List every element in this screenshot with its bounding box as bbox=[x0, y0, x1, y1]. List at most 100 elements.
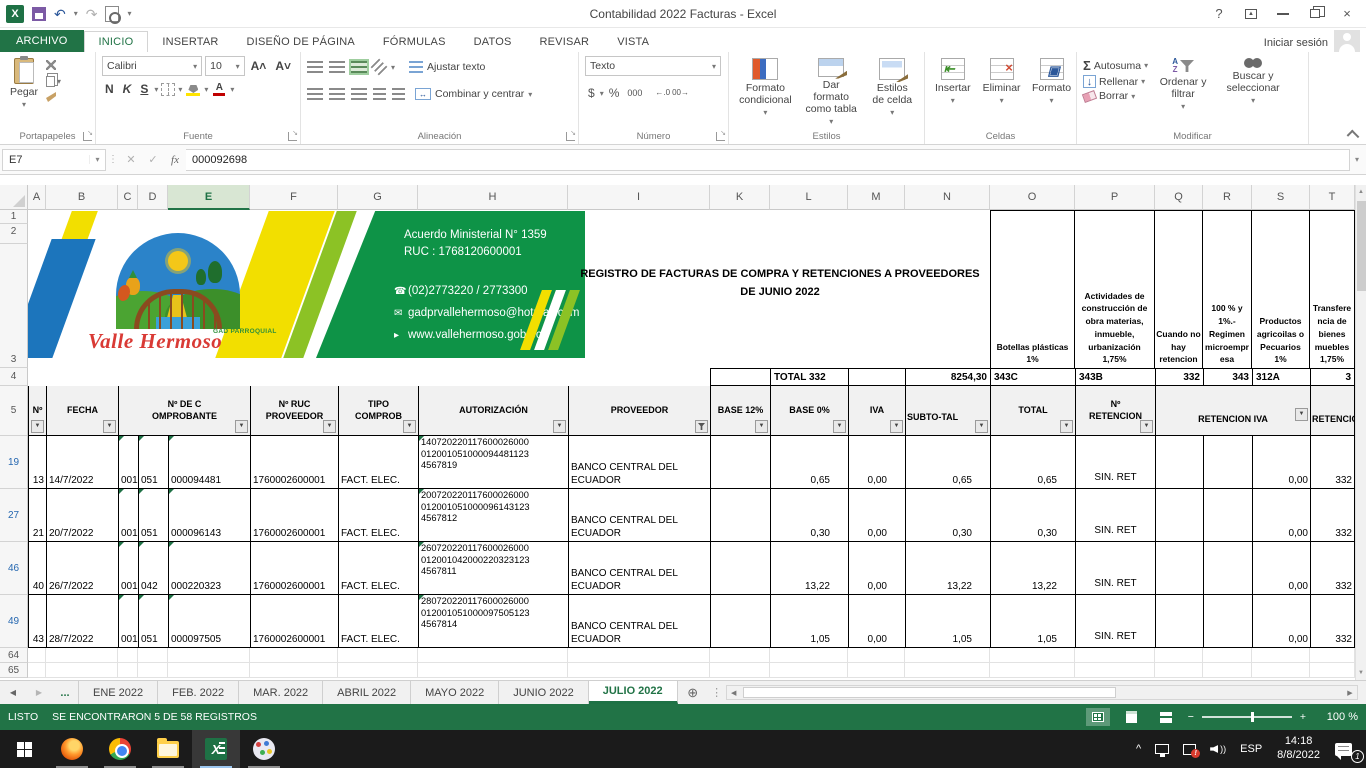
zoom-level[interactable]: 100 % bbox=[1316, 711, 1358, 723]
col-header[interactable]: F bbox=[250, 185, 338, 210]
cell-iva[interactable]: 0,00 bbox=[848, 436, 905, 488]
horizontal-scrollbar[interactable]: ◀ ▶ bbox=[726, 685, 1358, 700]
tab-revisar[interactable]: REVISAR bbox=[526, 32, 604, 52]
cell-serie1[interactable]: 001 bbox=[118, 542, 138, 594]
excel-logo-icon[interactable]: X bbox=[6, 5, 24, 23]
clear-button[interactable]: Borrar▾ bbox=[1083, 90, 1148, 102]
cell-n[interactable]: 13 bbox=[28, 436, 46, 488]
font-size-select[interactable]: 10▾ bbox=[205, 56, 244, 76]
col-header[interactable]: D bbox=[138, 185, 168, 210]
network-icon[interactable] bbox=[1148, 730, 1176, 768]
name-box[interactable]: E7 ▾ bbox=[2, 149, 106, 171]
print-preview-icon[interactable] bbox=[105, 6, 119, 22]
code-t-cell[interactable]: 3 bbox=[1310, 368, 1355, 386]
sheet-tab-mayo[interactable]: MAYO 2022 bbox=[411, 681, 499, 704]
font-color-button[interactable]: A bbox=[211, 82, 227, 96]
scrollbar-thumb[interactable] bbox=[743, 687, 1116, 698]
cell-subtotal[interactable]: 1,05 bbox=[905, 595, 990, 647]
volume-icon[interactable]: )) bbox=[1203, 730, 1233, 768]
redo-icon[interactable]: ↷ bbox=[86, 7, 98, 21]
col-header[interactable]: P bbox=[1075, 185, 1155, 210]
start-button[interactable] bbox=[0, 730, 48, 768]
increase-indent-icon[interactable] bbox=[392, 88, 405, 100]
currency-button[interactable]: $ bbox=[585, 86, 598, 100]
header-autorizacion[interactable]: AUTORIZACIÓN▼ bbox=[418, 386, 568, 435]
align-center-icon[interactable] bbox=[329, 88, 345, 100]
header-tipo[interactable]: TIPOCOMPROB▼ bbox=[338, 386, 418, 435]
cell-n-retencion[interactable]: SIN. RET bbox=[1075, 436, 1155, 488]
cell-autorizacion[interactable]: 1407202201176000260000120010510000944811… bbox=[418, 436, 568, 488]
taskbar-excel-active[interactable]: X bbox=[192, 730, 240, 768]
tab-archivo[interactable]: ARCHIVO bbox=[0, 30, 84, 52]
cell-total[interactable]: 13,22 bbox=[990, 542, 1075, 594]
fill-button[interactable]: ↓Rellenar▾ bbox=[1083, 75, 1148, 88]
cell-iva[interactable]: 0,00 bbox=[848, 542, 905, 594]
cell-n-retencion[interactable]: SIN. RET bbox=[1075, 542, 1155, 594]
cell-comprobante[interactable]: 000094481 bbox=[168, 436, 250, 488]
cell-autorizacion[interactable]: 2807202201176000260000120010510000975051… bbox=[418, 595, 568, 647]
tax-header-botellas[interactable]: Botellas plásticas 1% bbox=[990, 210, 1075, 369]
cell-ruc[interactable]: 1760002600001 bbox=[250, 542, 338, 594]
row-header-filtered[interactable]: 27 bbox=[0, 489, 28, 542]
format-as-table-button[interactable]: Dar formato como tabla▾ bbox=[800, 56, 863, 128]
row-header[interactable]: 4 bbox=[0, 368, 28, 386]
cell-comprobante[interactable]: 000097505 bbox=[168, 595, 250, 647]
enter-icon[interactable]: ✓ bbox=[142, 153, 164, 166]
formula-bar-expand-icon[interactable]: ▾ bbox=[1350, 155, 1364, 164]
paste-button[interactable]: Pegar ▾ bbox=[6, 56, 42, 128]
cell-fecha[interactable]: 14/7/2022 bbox=[46, 436, 118, 488]
select-all-corner[interactable] bbox=[0, 185, 28, 210]
zoom-in-button[interactable]: + bbox=[1300, 711, 1306, 723]
cell-iva[interactable]: 0,00 bbox=[848, 595, 905, 647]
taskbar-file-explorer[interactable] bbox=[144, 730, 192, 768]
cell[interactable] bbox=[1203, 542, 1252, 594]
copy-button[interactable]: ▾ bbox=[46, 75, 70, 87]
align-right-icon[interactable] bbox=[351, 88, 367, 100]
col-header[interactable]: B bbox=[46, 185, 118, 210]
cell-ruc[interactable]: 1760002600001 bbox=[250, 436, 338, 488]
dialog-launcher-icon[interactable] bbox=[716, 132, 725, 141]
cell-n-retencion[interactable]: SIN. RET bbox=[1075, 489, 1155, 541]
orientation-icon[interactable] bbox=[371, 59, 388, 76]
sheet-tab-mar[interactable]: MAR. 2022 bbox=[239, 681, 323, 704]
zoom-slider[interactable] bbox=[1202, 716, 1292, 718]
filter-button[interactable]: ▼ bbox=[323, 420, 336, 433]
col-header[interactable]: L bbox=[770, 185, 848, 210]
format-cells-button[interactable]: ▣ Formato▾ bbox=[1029, 56, 1075, 128]
cell-fecha[interactable]: 20/7/2022 bbox=[46, 489, 118, 541]
sheet-tab-ene[interactable]: ENE 2022 bbox=[78, 681, 158, 704]
formula-input[interactable] bbox=[186, 149, 1350, 171]
save-icon[interactable] bbox=[32, 7, 46, 21]
cell-total[interactable]: 0,65 bbox=[990, 436, 1075, 488]
cell-autorizacion[interactable]: 2007202201176000260000120010510000961431… bbox=[418, 489, 568, 541]
row-header[interactable]: 64 bbox=[0, 648, 28, 663]
notification-button[interactable]: 1 bbox=[1328, 730, 1366, 768]
cell-styles-button[interactable]: Estilos de celda▾ bbox=[867, 56, 918, 128]
filter-button[interactable]: ▼ bbox=[235, 420, 248, 433]
header-base0[interactable]: BASE 0%▼ bbox=[770, 386, 848, 435]
scroll-right-icon[interactable]: ▶ bbox=[1343, 689, 1357, 697]
filter-button[interactable]: ▼ bbox=[103, 420, 116, 433]
col-header[interactable]: S bbox=[1252, 185, 1310, 210]
increase-decimal-button[interactable]: ←.0 bbox=[655, 89, 670, 98]
tray-chevron-icon[interactable]: ^ bbox=[1129, 730, 1148, 768]
cell-base12[interactable] bbox=[710, 489, 770, 541]
page-layout-view-button[interactable] bbox=[1120, 708, 1144, 726]
number-format-select[interactable]: Texto▾ bbox=[585, 56, 721, 76]
cell-retencion-t[interactable]: 332 bbox=[1310, 595, 1355, 647]
increase-font-icon[interactable]: A˄ bbox=[248, 58, 270, 74]
avatar[interactable] bbox=[1334, 30, 1360, 52]
header-n-retencion[interactable]: NºRETENCION▼ bbox=[1075, 386, 1155, 435]
align-top-icon[interactable] bbox=[307, 61, 323, 73]
col-header[interactable]: Q bbox=[1155, 185, 1203, 210]
undo-icon[interactable]: ↶ bbox=[54, 7, 66, 21]
tax-header-transferencia[interactable]: Transferencia de bienes muebles 1,75% bbox=[1309, 210, 1355, 369]
merge-center-button[interactable]: ↔Combinar y centrar▾ bbox=[415, 88, 532, 100]
cell-retencion-iva[interactable]: 0,00 bbox=[1252, 595, 1310, 647]
filter-button[interactable]: ▼ bbox=[975, 420, 988, 433]
cell-serie1[interactable]: 001 bbox=[118, 436, 138, 488]
sheet-tab-julio-active[interactable]: JULIO 2022 bbox=[589, 681, 678, 704]
col-header[interactable]: I bbox=[568, 185, 710, 210]
filter-button[interactable]: ▼ bbox=[833, 420, 846, 433]
empty-row[interactable] bbox=[28, 663, 1355, 678]
